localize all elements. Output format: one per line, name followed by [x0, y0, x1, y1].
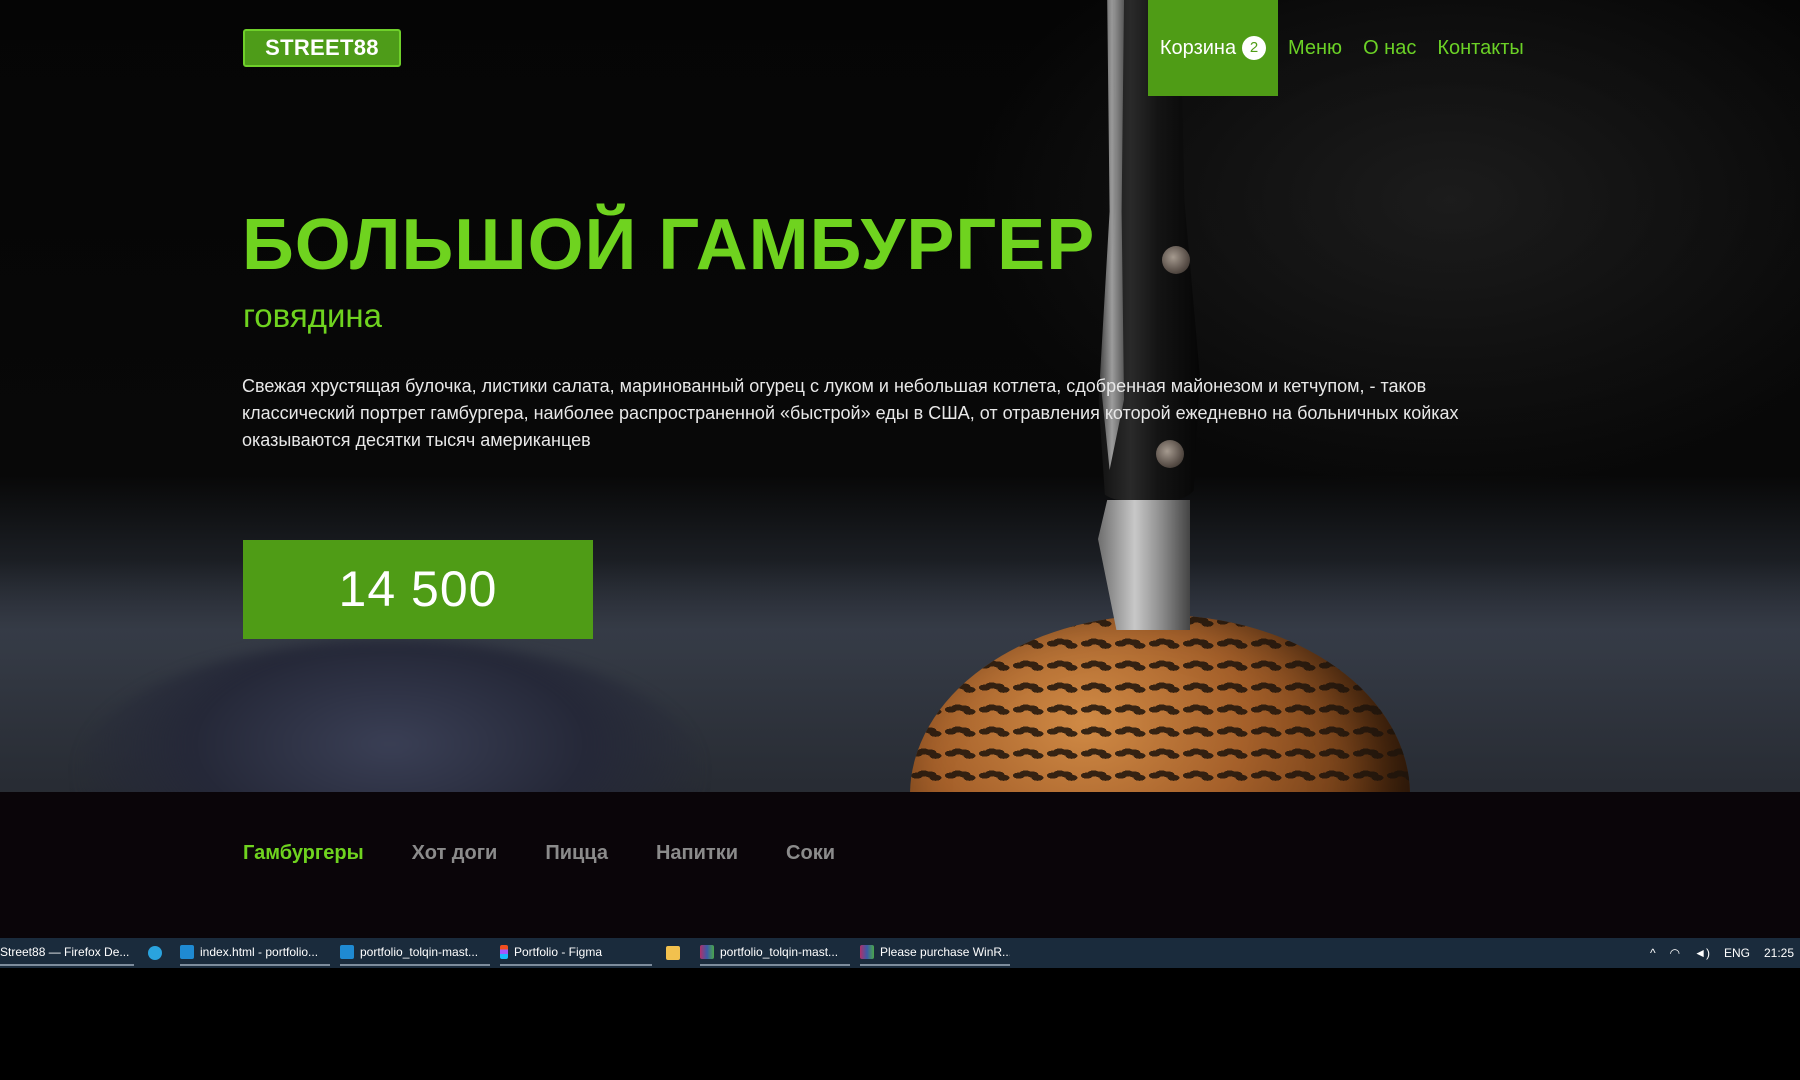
winrar-icon: [700, 945, 714, 959]
taskbar-item-explorer[interactable]: [666, 940, 686, 966]
taskbar-item-winrar-1[interactable]: portfolio_tolqin-mast...: [700, 940, 850, 966]
nav-link-about[interactable]: О нас: [1363, 37, 1416, 60]
product-subtitle: говядина: [243, 297, 382, 334]
page: STREET88 Корзина 2 Меню О нас Контакты Б…: [0, 0, 1800, 1080]
taskbar-item-figma[interactable]: Portfolio - Figma: [500, 940, 652, 966]
language-indicator[interactable]: ENG: [1724, 946, 1750, 960]
category-bar: [0, 792, 1800, 938]
chevron-up-icon[interactable]: ^: [1650, 946, 1656, 960]
taskbar-item-vscode-2[interactable]: portfolio_tolqin-mast...: [340, 940, 490, 966]
taskbar-item-label: portfolio_tolqin-mast...: [360, 945, 479, 959]
taskbar-item-vscode-1[interactable]: index.html - portfolio...: [180, 940, 330, 966]
taskbar-item-label: index.html - portfolio...: [200, 945, 319, 959]
cart-label: Корзина: [1159, 36, 1237, 59]
site-logo[interactable]: STREET88: [243, 29, 401, 67]
cart-button[interactable]: Корзина 2: [1148, 0, 1278, 96]
system-tray: ^ ◠ ◄) ENG 21:25: [1650, 938, 1800, 968]
taskbar-item-telegram[interactable]: [148, 940, 168, 966]
vscode-icon: [340, 945, 354, 959]
category-tab-hotdogs[interactable]: Хот доги: [412, 842, 498, 865]
nav-link-contacts[interactable]: Контакты: [1437, 37, 1523, 60]
category-tab-juices[interactable]: Соки: [786, 842, 835, 865]
taskbar-item-firefox[interactable]: Street88 — Firefox De...: [0, 940, 134, 966]
taskbar-item-label: Portfolio - Figma: [514, 945, 603, 959]
vscode-icon: [180, 945, 194, 959]
screen-bottom-area: [0, 968, 1800, 1080]
windows-taskbar: Street88 — Firefox De... index.html - po…: [0, 938, 1800, 968]
cart-count-badge: 2: [1242, 36, 1267, 60]
volume-icon[interactable]: ◄): [1694, 946, 1710, 960]
taskbar-item-label: Street88 — Firefox De...: [0, 945, 130, 959]
category-tab-drinks[interactable]: Напитки: [656, 842, 738, 865]
taskbar-item-winrar-2[interactable]: Please purchase WinR...: [860, 940, 1010, 966]
taskbar-item-label: Please purchase WinR...: [880, 945, 1010, 959]
winrar-icon: [860, 945, 874, 959]
category-tab-burgers[interactable]: Гамбургеры: [243, 842, 364, 865]
knife-rivet: [1162, 246, 1190, 274]
hero-section: STREET88 Корзина 2 Меню О нас Контакты Б…: [0, 0, 1800, 792]
product-title: БОЛЬШОЙ ГАМБУРГЕР: [242, 205, 1096, 285]
nav-link-menu[interactable]: Меню: [1288, 37, 1342, 60]
telegram-icon: [148, 946, 162, 960]
clock[interactable]: 21:25: [1764, 946, 1794, 960]
price-button[interactable]: 14 500: [243, 540, 593, 639]
folder-icon: [666, 946, 680, 960]
figma-icon: [500, 945, 508, 959]
wifi-icon[interactable]: ◠: [1670, 946, 1680, 960]
main-nav: Корзина 2 Меню О нас Контакты: [1148, 0, 1524, 96]
product-description: Свежая хрустящая булочка, листики салата…: [242, 376, 1459, 450]
category-tabs: Гамбургеры Хот доги Пицца Напитки Соки: [243, 842, 883, 865]
category-tab-pizza[interactable]: Пицца: [545, 842, 608, 865]
taskbar-item-label: portfolio_tolqin-mast...: [720, 945, 839, 959]
